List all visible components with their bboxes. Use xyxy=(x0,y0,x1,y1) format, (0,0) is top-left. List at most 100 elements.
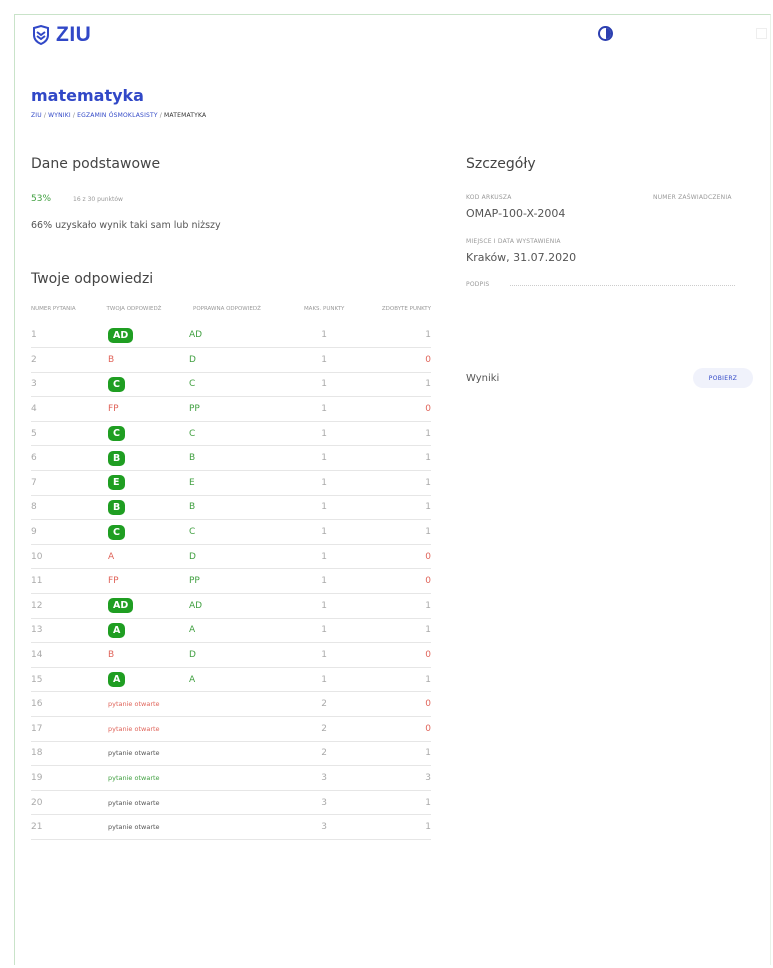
menu-icon[interactable] xyxy=(756,28,767,39)
answer-badge: C xyxy=(108,376,125,392)
question-number: 18 xyxy=(31,741,79,767)
answer-badge: A xyxy=(108,622,126,638)
open-question-label: pytanie otwarte xyxy=(108,773,160,782)
earned-points: 1 xyxy=(355,593,431,619)
your-answer: B xyxy=(108,354,115,365)
max-points: 1 xyxy=(293,347,356,373)
your-answer-cell: C xyxy=(79,421,189,447)
col-header: twoja odpowiedź xyxy=(106,306,162,312)
answer-badge: C xyxy=(108,524,125,540)
question-number: 4 xyxy=(31,396,79,422)
table-row: 19 pytanie otwarte 3 3 xyxy=(31,765,431,791)
breadcrumb-item[interactable]: ziu xyxy=(31,112,42,119)
earned-points: 0 xyxy=(355,691,431,717)
header: ZIU xyxy=(31,23,91,47)
your-answer: A xyxy=(108,551,115,562)
your-answer-cell: pytanie otwarte xyxy=(79,814,189,840)
table-row: 17 pytanie otwarte 2 0 xyxy=(31,716,431,742)
max-points: 2 xyxy=(293,691,356,717)
logo-text[interactable]: ZIU xyxy=(56,23,91,47)
answer-badge: AD xyxy=(108,598,134,614)
max-points: 2 xyxy=(293,741,356,767)
max-points: 1 xyxy=(293,495,356,521)
breadcrumb-item[interactable]: wyniki xyxy=(48,112,71,119)
question-number: 10 xyxy=(31,544,79,570)
max-points: 1 xyxy=(293,519,356,545)
correct-answer xyxy=(189,790,293,816)
question-number: 17 xyxy=(31,716,79,742)
your-answer-cell: B xyxy=(79,642,189,668)
shield-logo-icon xyxy=(33,25,49,45)
question-number: 2 xyxy=(31,347,79,373)
table-row: 6BB11 xyxy=(31,445,431,472)
download-button[interactable]: pobierz xyxy=(693,368,753,388)
theme-toggle-icon[interactable] xyxy=(598,26,613,41)
question-number: 21 xyxy=(31,814,79,840)
correct-answer: A xyxy=(189,618,293,644)
page-title: matematyka xyxy=(31,86,144,105)
breadcrumb-item[interactable]: egzamin ósmoklasisty xyxy=(77,112,158,119)
your-answer-cell: pytanie otwarte xyxy=(79,716,189,742)
correct-answer xyxy=(189,691,293,717)
table-row: 11 FP PP 1 0 xyxy=(31,568,431,595)
question-number: 5 xyxy=(31,421,79,447)
kod-label: kod arkusza xyxy=(466,194,512,201)
table-row: 8BB11 xyxy=(31,495,431,521)
miejsce-value: Kraków, 31.07.2020 xyxy=(466,251,577,264)
your-answer-cell: C xyxy=(79,372,189,398)
answer-badge: C xyxy=(108,426,125,442)
earned-points: 1 xyxy=(355,814,431,840)
answer-badge: E xyxy=(108,475,125,491)
table-row: 18 pytanie otwarte 2 1 xyxy=(31,741,431,767)
earned-points: 0 xyxy=(355,642,431,668)
table-row: 15 A A 1 1 xyxy=(31,667,431,693)
table-row: 12 AD AD 1 1 xyxy=(31,593,431,619)
question-number: 6 xyxy=(31,445,79,472)
answers-heading: Twoje odpowiedzi xyxy=(31,271,154,287)
table-row: 4 FP PP 1 0 xyxy=(31,396,431,422)
your-answer-cell: FP xyxy=(79,568,189,595)
table-row: 7EE11 xyxy=(31,470,431,496)
earned-points: 1 xyxy=(355,470,431,496)
earned-points: 0 xyxy=(355,544,431,570)
earned-points: 0 xyxy=(355,396,431,422)
your-answer-cell: B xyxy=(79,495,189,521)
earned-points: 0 xyxy=(355,347,431,373)
correct-answer: AD xyxy=(189,593,293,619)
correct-answer: C xyxy=(189,519,293,545)
max-points: 1 xyxy=(293,470,356,496)
table-row: 13 A A 1 1 xyxy=(31,618,431,644)
signature-line xyxy=(510,285,735,286)
table-row: 1 AD AD 1 1 xyxy=(31,323,431,349)
max-points: 3 xyxy=(293,790,356,816)
question-number: 3 xyxy=(31,372,79,398)
your-answer-cell: AD xyxy=(79,323,189,349)
correct-answer xyxy=(189,765,293,791)
score-points: 16 z 30 punktów xyxy=(73,196,123,203)
question-number: 8 xyxy=(31,495,79,521)
max-points: 1 xyxy=(293,445,356,472)
max-points: 1 xyxy=(293,421,356,447)
table-header-row: numer pytania twoja odpowiedź poprawna o… xyxy=(31,305,431,323)
max-points: 1 xyxy=(293,544,356,570)
earned-points: 0 xyxy=(355,568,431,595)
earned-points: 3 xyxy=(355,765,431,791)
max-points: 1 xyxy=(293,372,356,398)
max-points: 1 xyxy=(293,568,356,595)
question-number: 16 xyxy=(31,691,79,717)
correct-answer: D xyxy=(189,347,293,373)
correct-answer: E xyxy=(189,470,293,496)
answer-badge: AD xyxy=(108,327,134,343)
table-row: 10 A D 1 0 xyxy=(31,544,431,570)
earned-points: 1 xyxy=(355,741,431,767)
results-label: Wyniki xyxy=(466,373,500,384)
score-comparison: 66% uzyskało wynik taki sam lub niższy xyxy=(31,220,221,231)
table-row: 5CC11 xyxy=(31,421,431,447)
earned-points: 1 xyxy=(355,323,431,349)
correct-answer: A xyxy=(189,667,293,693)
your-answer-cell: C xyxy=(79,519,189,545)
question-number: 20 xyxy=(31,790,79,816)
answer-badge: B xyxy=(108,450,126,466)
your-answer: B xyxy=(108,650,115,661)
col-header: zdobyte punkty xyxy=(381,306,431,312)
